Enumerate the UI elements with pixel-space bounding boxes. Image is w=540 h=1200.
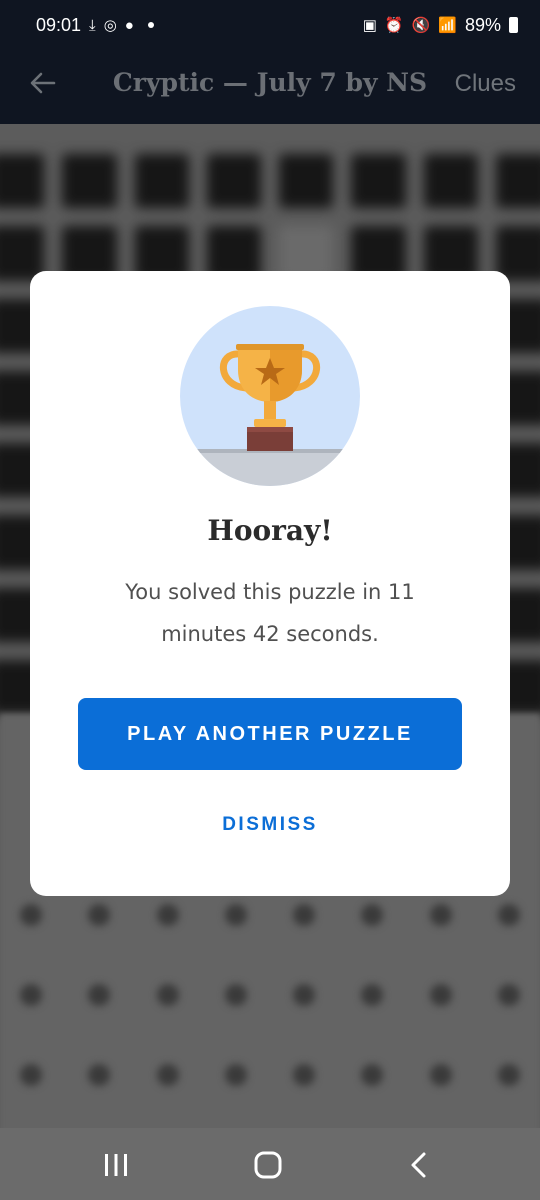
background-row (20, 984, 520, 1006)
status-time: 09:01 (36, 14, 82, 35)
back-icon[interactable] (400, 1150, 440, 1180)
dialog-title: Hooray! (207, 514, 333, 547)
home-icon[interactable] (248, 1150, 288, 1180)
facebook-icon: ● (124, 16, 134, 34)
battery-percent: 89% (464, 14, 501, 35)
system-nav-bar (0, 1128, 540, 1200)
play-another-puzzle-button[interactable]: PLAY ANOTHER PUZZLE (78, 698, 462, 770)
nfc-icon: ▣ (362, 16, 377, 34)
download-icon: ⤓ (89, 16, 96, 34)
status-left: 09:01 ⤓ ◎ ● (36, 15, 154, 36)
success-dialog: Hooray! You solved this puzzle in 11 min… (30, 271, 510, 896)
notification-dot-icon (147, 22, 154, 28)
background-row (20, 1064, 520, 1086)
dialog-message: You solved this puzzle in 11 minutes 42 … (125, 580, 415, 646)
app-bar: Cryptic — July 7 by NS Clues (0, 50, 540, 124)
trophy-icon (180, 344, 360, 486)
dismiss-button[interactable]: DISMISS (170, 807, 370, 843)
battery-icon (509, 17, 518, 33)
trophy-illustration (180, 306, 360, 486)
status-right: ▣ ⏰ 🔇 📶 89% (363, 15, 518, 36)
background-row (20, 904, 520, 926)
clues-button[interactable]: Clues (455, 70, 516, 98)
instagram-icon: ◎ (103, 16, 117, 34)
alarm-icon: ⏰ (384, 16, 404, 34)
recent-apps-icon[interactable] (96, 1150, 136, 1180)
mute-icon: 🔇 (411, 16, 431, 34)
wifi-icon: 📶 (438, 16, 457, 34)
status-bar: 09:01 ⤓ ◎ ● ▣ ⏰ 🔇 📶 89% (0, 0, 540, 50)
